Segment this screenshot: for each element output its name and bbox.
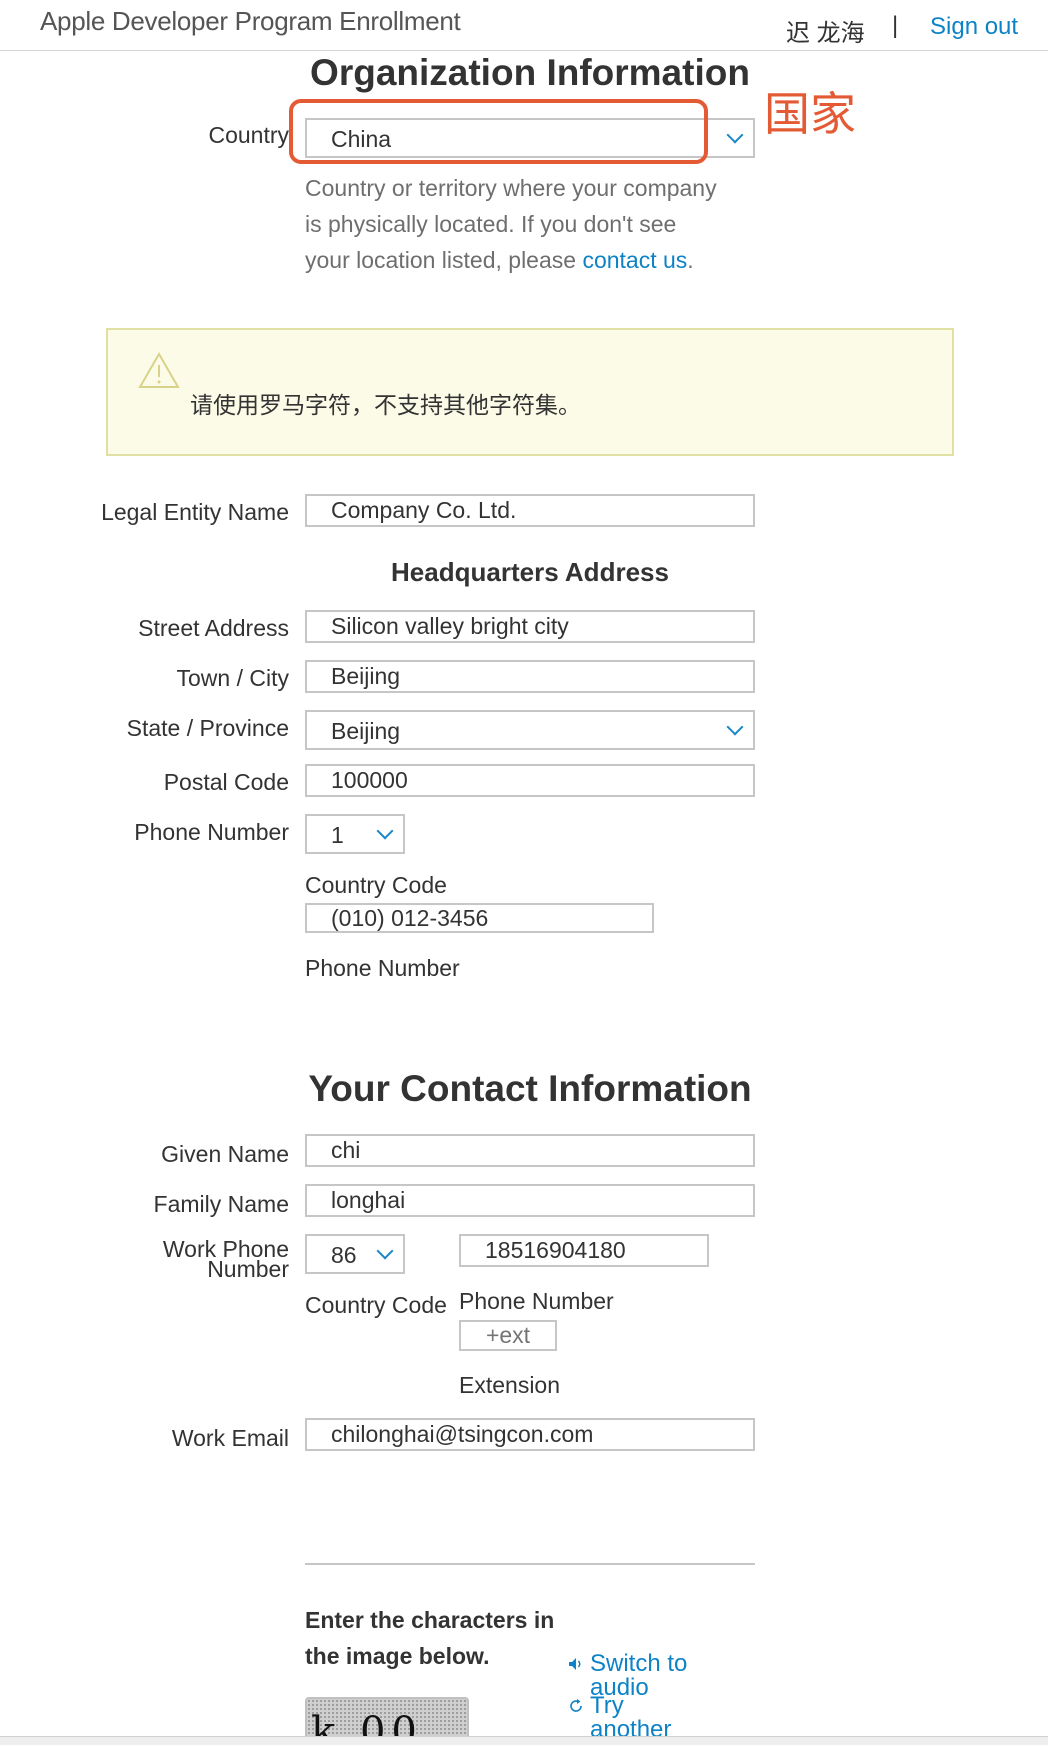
sign-out-link[interactable]: Sign out bbox=[930, 13, 1018, 41]
warning-icon bbox=[138, 352, 180, 388]
country-help-text: Country or territory where your company … bbox=[305, 170, 725, 278]
contact-us-link[interactable]: contact us bbox=[582, 247, 687, 273]
warning-banner: 请使用罗马字符，不支持其他字符集。 bbox=[106, 328, 954, 456]
state-select-value: Beijing bbox=[331, 718, 401, 744]
street-address-input[interactable]: Silicon valley bright city bbox=[305, 610, 755, 643]
country-code-sublabel: Country Code bbox=[305, 1292, 447, 1318]
given-name-label: Given Name bbox=[161, 1141, 289, 1167]
warning-text: 请使用罗马字符，不支持其他字符集。 bbox=[190, 392, 581, 418]
phone-number-sublabel: Phone Number bbox=[459, 1288, 614, 1314]
speaker-icon bbox=[569, 1658, 581, 1670]
user-name: 迟 龙海 bbox=[786, 20, 865, 47]
work-phone-label: Work Phone Number bbox=[0, 1238, 289, 1282]
country-label: Country bbox=[208, 122, 289, 148]
chevron-down-icon bbox=[376, 822, 394, 840]
work-phone-country-code-value: 86 bbox=[331, 1242, 357, 1268]
legal-entity-input[interactable]: Company Co. Ltd. bbox=[305, 494, 755, 527]
extension-sublabel: Extension bbox=[459, 1372, 561, 1398]
country-help-period: . bbox=[687, 247, 694, 273]
contact-info-title: Your Contact Information bbox=[308, 1068, 752, 1109]
family-name-label: Family Name bbox=[153, 1191, 289, 1217]
city-input[interactable]: Beijing bbox=[305, 660, 755, 693]
chevron-down-icon bbox=[376, 1242, 394, 1260]
state-select[interactable]: Beijing bbox=[305, 710, 755, 750]
phone-country-code-value: 1 bbox=[331, 822, 344, 848]
phone-country-code-select[interactable]: 1 bbox=[305, 814, 405, 854]
captcha-prompt: Enter the characters in the image below. bbox=[305, 1607, 555, 1669]
work-email-label: Work Email bbox=[171, 1425, 289, 1451]
state-label: State / Province bbox=[126, 715, 289, 741]
org-info-title: Organization Information bbox=[310, 52, 750, 93]
header-separator: | bbox=[892, 12, 899, 39]
extension-input[interactable] bbox=[459, 1320, 557, 1351]
given-name-input[interactable]: chi bbox=[305, 1134, 755, 1167]
hq-address-title: Headquarters Address bbox=[391, 557, 669, 587]
work-email-input[interactable]: chilonghai@tsingcon.com bbox=[305, 1418, 755, 1451]
city-label: Town / City bbox=[176, 665, 289, 691]
app-title: Apple Developer Program Enrollment bbox=[40, 6, 461, 36]
chevron-down-icon bbox=[726, 718, 744, 736]
refresh-icon bbox=[570, 1699, 582, 1712]
work-phone-country-code-select[interactable]: 86 bbox=[305, 1234, 405, 1274]
street-address-label: Street Address bbox=[138, 615, 289, 641]
phone-number-input[interactable]: (010) 012-3456 bbox=[305, 903, 654, 933]
postal-code-label: Postal Code bbox=[163, 769, 289, 795]
section-divider bbox=[305, 1563, 755, 1565]
phone-number-sublabel: Phone Number bbox=[305, 955, 460, 981]
try-another-text: Try another bbox=[590, 1694, 672, 1736]
try-another-link[interactable]: Try another bbox=[568, 1694, 678, 1736]
annotation-label: 国家 bbox=[764, 88, 856, 140]
family-name-input[interactable]: longhai bbox=[305, 1184, 755, 1217]
legal-entity-label: Legal Entity Name bbox=[101, 499, 289, 525]
switch-to-audio-text: Switch to audio bbox=[590, 1650, 688, 1701]
postal-code-input[interactable]: 100000 bbox=[305, 764, 755, 797]
switch-to-audio-link[interactable]: Switch to audio bbox=[568, 1652, 708, 1700]
phone-number-label: Phone Number bbox=[134, 819, 289, 845]
annotation-highlight-box bbox=[289, 99, 708, 164]
work-phone-input[interactable]: 18516904180 bbox=[459, 1234, 709, 1267]
work-phone-label-line2: Number bbox=[207, 1256, 289, 1282]
chevron-down-icon bbox=[726, 126, 744, 144]
top-bar: Apple Developer Program Enrollment 迟 龙海 … bbox=[0, 0, 1048, 51]
country-code-sublabel: Country Code bbox=[305, 872, 447, 898]
